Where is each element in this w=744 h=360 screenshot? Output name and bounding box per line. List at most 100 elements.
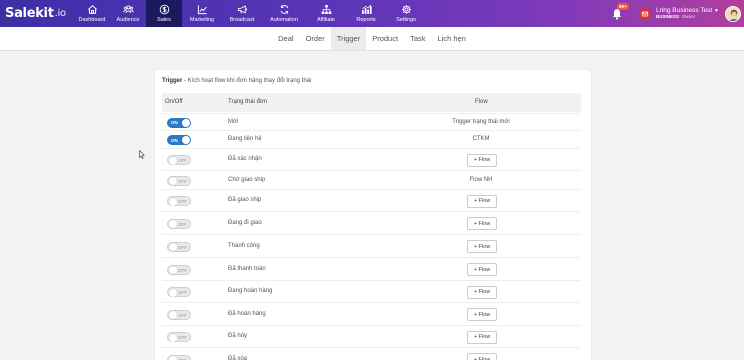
status-toggle[interactable]: ON [167,117,191,128]
column-status: Trạng thái đơn [228,99,268,105]
dollar-icon [159,4,169,15]
toggle-label: OFF [178,312,187,318]
toggle-label: ON [171,137,178,143]
network-icon [321,5,331,14]
status-toggle[interactable]: OFF [167,218,191,229]
nav-item-affiliate[interactable]: Affiliate [306,0,346,27]
toggle-knob [169,177,177,185]
status-toggle[interactable]: OFF [167,155,191,165]
add-flow-button[interactable]: + Flow [467,285,497,299]
toggle-label: OFF [178,199,187,204]
table-row: OFF Chờ giao ship Flow NH [162,170,581,189]
nav-item-audience[interactable]: Audience [110,0,146,27]
order-status-label: Mới [228,118,239,125]
status-toggle[interactable]: ON [167,135,191,145]
tab-lich-hen[interactable]: Lịch hẹn [432,27,472,50]
nav-item-broadcast[interactable]: Broadcast [222,0,262,27]
account-area: 99+ Lnhg Business Test ▼ BUSINESS Owner [611,0,744,27]
table-row: OFF Đang hoàn hàng + Flow [162,280,581,302]
add-flow-button[interactable]: + Flow [467,240,497,253]
status-toggle[interactable]: OFF [167,196,191,206]
status-toggle[interactable]: OFF [167,332,191,342]
table-row: ON Đang liên hệ CTKM [162,130,581,148]
status-toggle[interactable]: OFF [167,309,191,320]
status-toggle[interactable]: OFF [167,354,191,360]
flow-link[interactable]: CTKM [423,136,539,142]
add-flow-button[interactable]: + Flow [467,217,497,230]
nav-item-settings[interactable]: Settings [386,0,426,27]
notifications-button[interactable]: 99+ [611,2,629,21]
nav-item-dashboard[interactable]: Dashboard [74,0,110,27]
toggle-knob [169,333,177,342]
megaphone-icon [237,5,247,14]
add-flow-button[interactable]: + Flow [467,194,497,208]
chevron-down-icon: ▼ [714,7,719,14]
add-flow-button[interactable]: + Flow [467,353,497,360]
order-status-label: Thành công [228,242,260,249]
column-flow: Flow [475,99,488,105]
toggle-knob [169,197,177,206]
status-toggle[interactable]: OFF [167,175,191,186]
nav-item-sales[interactable]: Sales [146,0,182,27]
table-row: OFF Đã giao ship + Flow [162,189,581,211]
order-status-label: Chờ giao ship [228,176,266,183]
nav-item-automation[interactable]: Automation [262,0,306,27]
add-flow-button[interactable]: + Flow [467,308,497,321]
add-flow-button[interactable]: + Flow [467,263,497,276]
trigger-card: Trigger - Kích hoạt flow khi đơn hàng th… [155,70,591,360]
toggle-label: OFF [178,335,187,340]
home-icon [87,5,97,14]
order-status-label: Đã xóa [228,355,248,360]
order-status-label: Đang liên hệ [228,136,262,142]
refresh-icon [280,5,288,14]
table-header: On/Off Trạng thái đơn Flow [162,93,581,112]
toggle-label: OFF [178,178,187,184]
flow-link[interactable]: Flow NH [423,177,539,183]
card-title: Trigger - Kích hoạt flow khi đơn hàng th… [162,78,312,84]
table-row: OFF Đã thanh toán + Flow [162,257,581,280]
toggle-knob [182,136,190,144]
gear-icon [401,5,411,14]
notification-count-badge: 99+ [616,2,629,10]
account-menu[interactable]: Lnhg Business Test ▼ BUSINESS Owner [656,7,719,20]
account-role: Owner [682,13,696,19]
tab-product[interactable]: Product [366,27,404,50]
table-row: OFF Thành công + Flow [162,234,581,257]
order-status-label: Đã thanh toán [228,265,266,272]
business-icon [638,7,651,20]
chart-icon [197,5,207,15]
tab-task[interactable]: Task [404,27,431,50]
table-row: OFF Đã xác nhận + Flow [162,148,581,170]
top-navbar: Salekit .io Dashboard Audience Sales Mark… [0,0,744,27]
toggle-label: OFF [178,290,187,295]
toggle-label: OFF [178,244,187,250]
tab-trigger[interactable]: Trigger [330,27,367,50]
order-status-label: Đang hoàn hàng [228,288,273,294]
toggle-knob [169,288,177,297]
users-icon [122,5,134,14]
nav-item-reports[interactable]: Reports [346,0,386,27]
toggle-knob [182,118,190,127]
status-toggle[interactable]: OFF [167,264,191,275]
order-status-label: Đã xác nhận [228,156,262,162]
tab-deal[interactable]: Deal [272,27,299,50]
table-row: OFF Đã hủy + Flow [162,325,581,347]
flow-link[interactable]: Trigger trạng thái mới [423,119,539,125]
status-toggle[interactable]: OFF [167,241,191,252]
order-status-label: Đã giao ship [228,197,262,203]
toggle-label: OFF [178,158,187,163]
column-onoff: On/Off [165,99,183,105]
brand-logo[interactable]: Salekit .io [0,0,74,27]
toggle-knob [169,266,177,274]
toggle-label: ON [171,120,178,125]
order-status-label: Đã hoàn hàng [228,310,266,317]
toggle-knob [169,356,177,360]
add-flow-button[interactable]: + Flow [467,153,497,167]
add-flow-button[interactable]: + Flow [467,330,497,344]
order-status-label: Đã hủy [228,333,248,339]
nav-item-marketing[interactable]: Marketing [182,0,222,27]
avatar[interactable] [725,5,741,22]
status-toggle[interactable]: OFF [167,287,191,297]
toggle-label: OFF [178,267,187,273]
tab-order[interactable]: Order [300,27,331,50]
